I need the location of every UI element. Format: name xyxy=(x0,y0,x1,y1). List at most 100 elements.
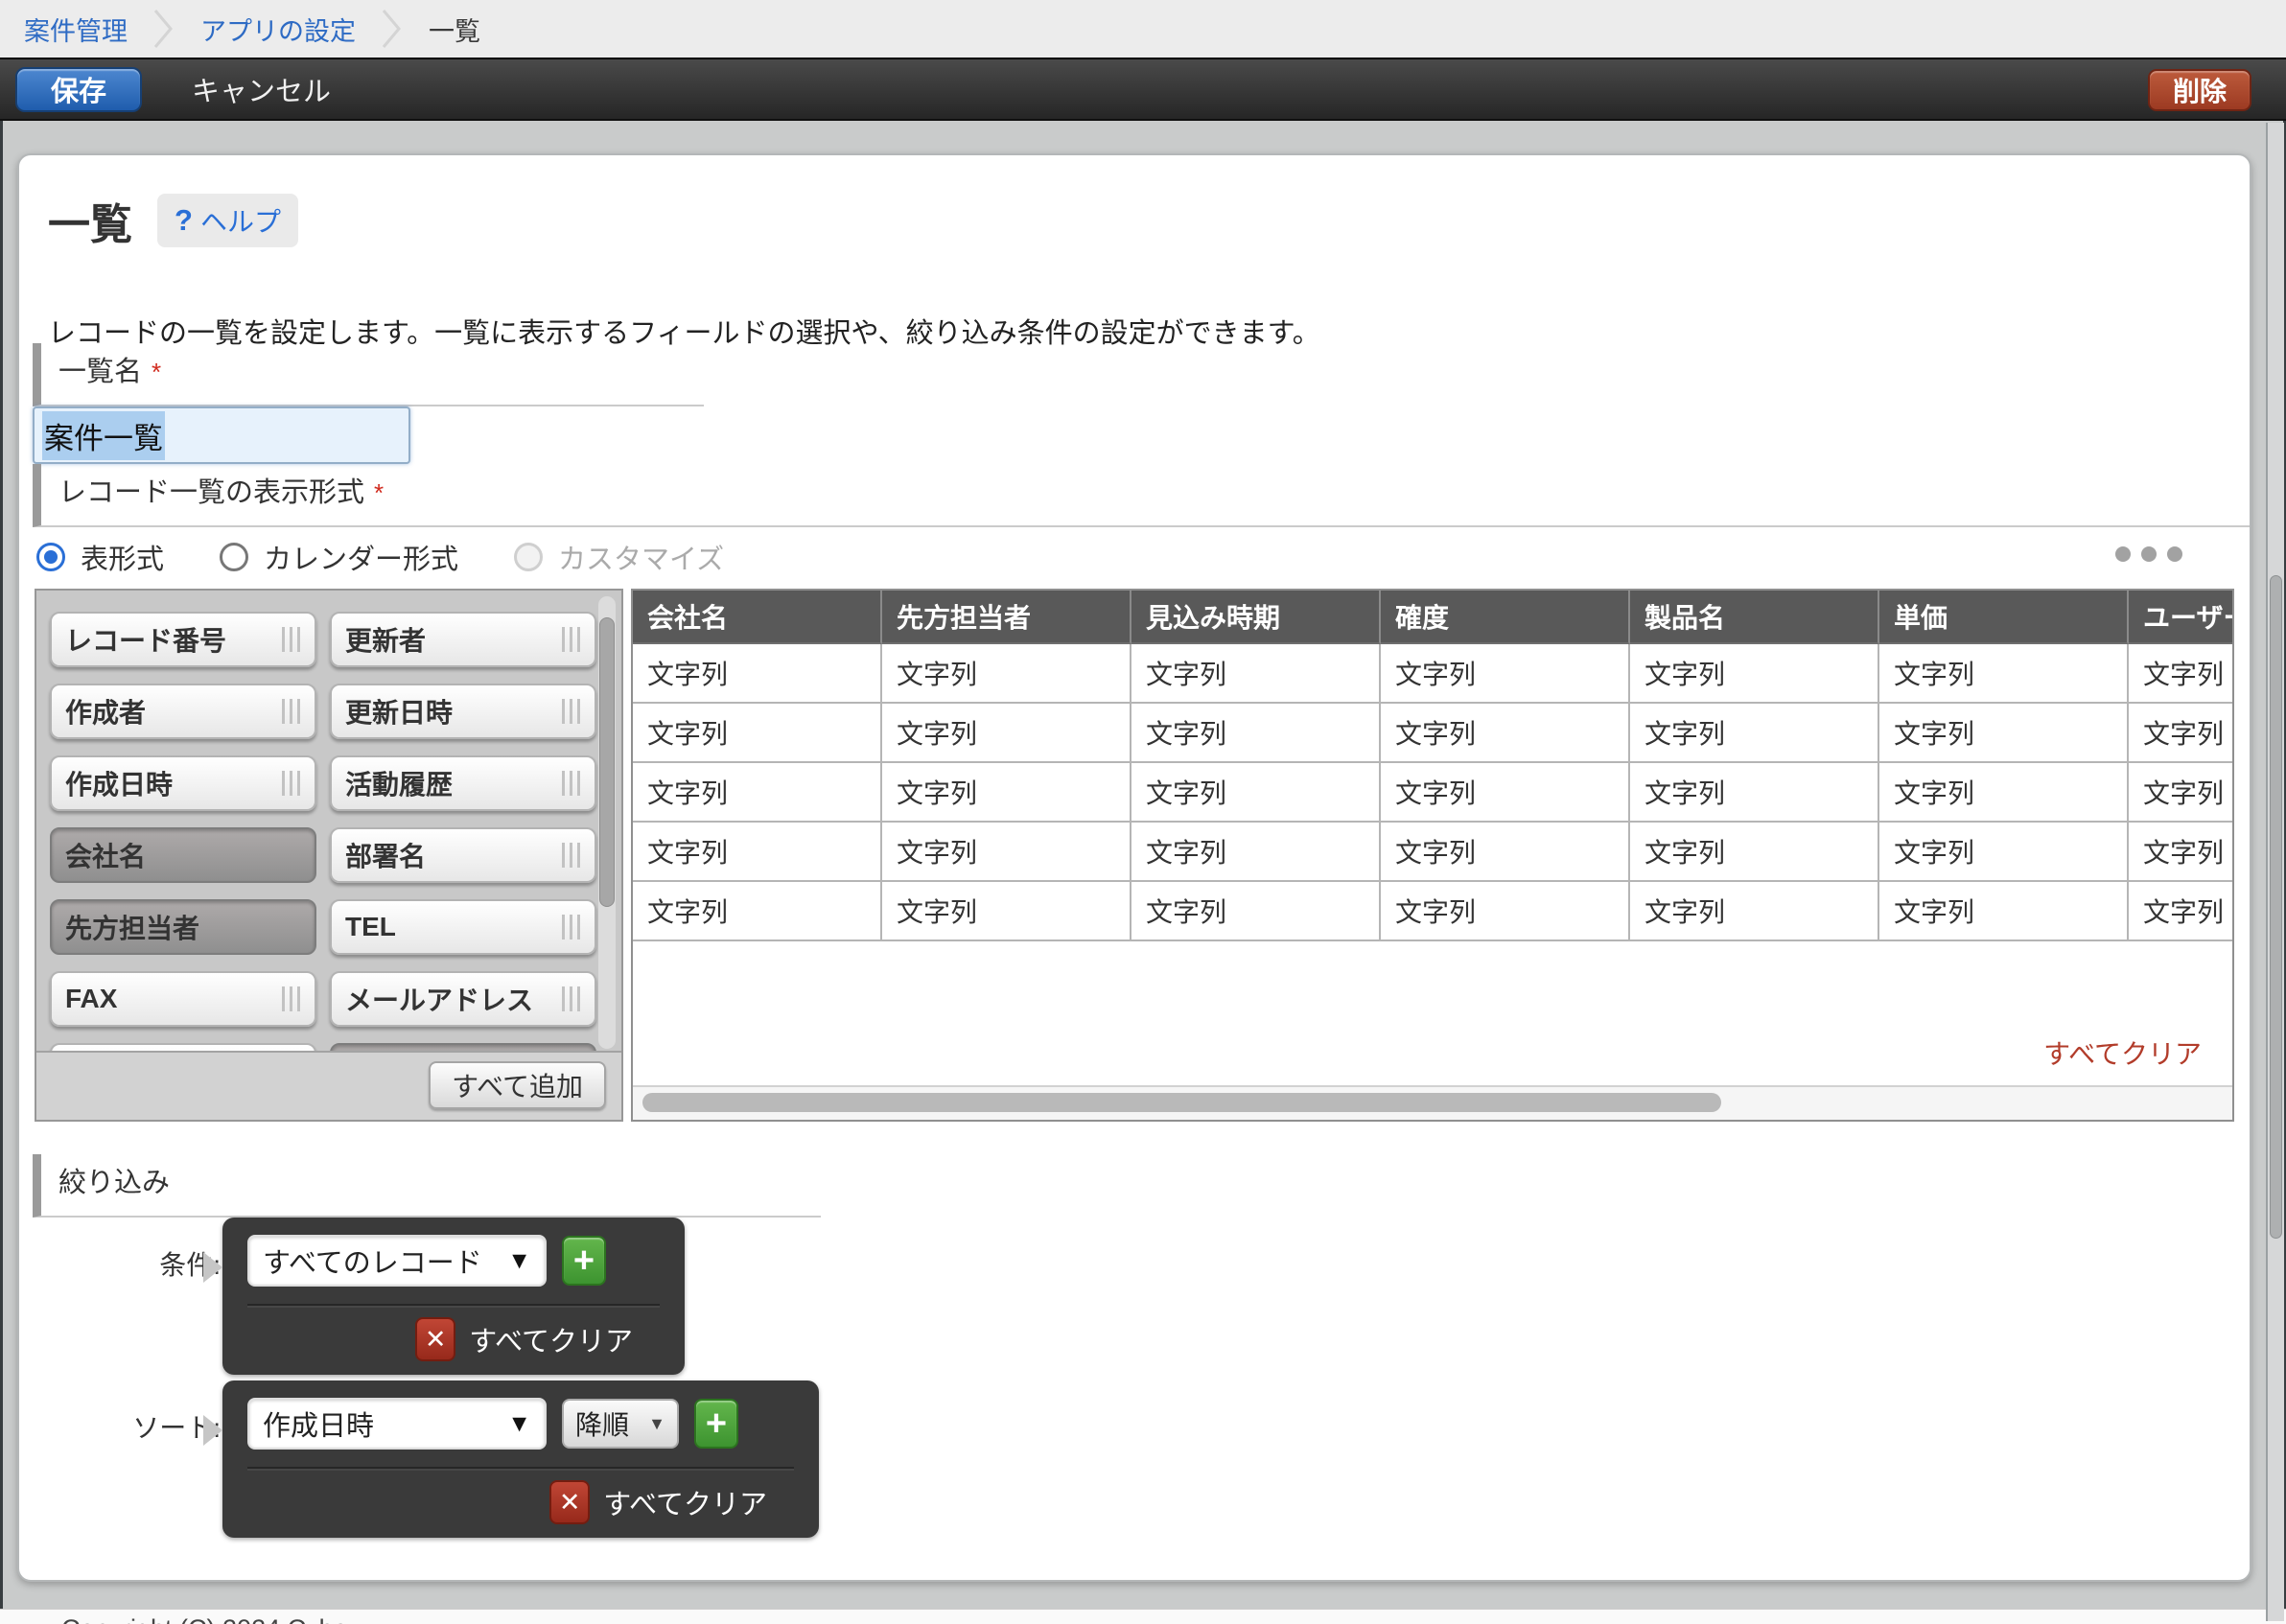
preview-column-header[interactable]: ユーザー数 xyxy=(2129,591,2234,644)
more-menu-icon xyxy=(2167,546,2182,562)
preview-cell: 文字列 xyxy=(1131,704,1381,763)
page-footer: Copyright (C) 2024 Cybozu xyxy=(0,1609,2286,1624)
drag-handle-icon xyxy=(562,699,581,724)
condition-panel: すべてのレコード ▼ + ✕ すべてクリア xyxy=(222,1218,685,1375)
clear-conditions-label[interactable]: すべてクリア xyxy=(469,1319,633,1359)
preview-cell: 文字列 xyxy=(1381,882,1630,941)
breadcrumb-item-1[interactable]: アプリの設定 xyxy=(200,11,356,48)
condition-label: 条件: xyxy=(48,1244,221,1283)
field-item-label: TEL xyxy=(345,912,562,942)
preview-column-header[interactable]: 見込み時期 xyxy=(1131,591,1381,644)
field-item-label: メールアドレス xyxy=(345,980,562,1018)
preview-cell: 文字列 xyxy=(1879,704,2129,763)
drag-handle-icon xyxy=(562,627,581,652)
field-list-scrollbar-thumb[interactable] xyxy=(599,617,615,907)
add-sort-button[interactable]: + xyxy=(694,1399,738,1449)
preview-cell: 文字列 xyxy=(882,704,1131,763)
field-item-label: 部署名 xyxy=(345,836,562,874)
field-column-0: レコード番号作成者作成日時会社名先方担当者FAX案件担当者名確度 xyxy=(50,612,316,1055)
preview-cell: 文字列 xyxy=(633,704,882,763)
field-item[interactable]: FAX xyxy=(50,971,316,1027)
field-item-label: FAX xyxy=(65,984,282,1014)
breadcrumb-item-0[interactable]: 案件管理 xyxy=(24,11,128,48)
field-item[interactable]: 活動履歴 xyxy=(330,755,596,811)
field-item[interactable]: 部署名 xyxy=(330,827,596,883)
radio-table-format[interactable]: 表形式 xyxy=(36,537,164,577)
preview-column-header[interactable]: 会社名 xyxy=(633,591,882,644)
field-item[interactable]: 先方担当者 xyxy=(50,899,316,955)
list-builder: レコード番号作成者作成日時会社名先方担当者FAX案件担当者名確度更新者更新日時活… xyxy=(48,589,2234,1122)
preview-column-header[interactable]: 単価 xyxy=(1879,591,2129,644)
preview-cell: 文字列 xyxy=(882,823,1131,882)
radio-label: 表形式 xyxy=(81,537,164,577)
preview-cell: 文字列 xyxy=(1630,704,1879,763)
save-button[interactable]: 保存 xyxy=(15,67,142,112)
list-name-input[interactable]: 案件一覧 xyxy=(33,406,410,464)
preview-cell: 文字列 xyxy=(1630,823,1879,882)
drag-handle-icon xyxy=(282,771,301,796)
preview-cell: 文字列 xyxy=(1879,823,2129,882)
preview-cell: 文字列 xyxy=(1630,644,1879,704)
condition-select[interactable]: すべてのレコード ▼ xyxy=(247,1235,547,1287)
required-mark: * xyxy=(374,478,384,507)
page-scrollbar-thumb[interactable] xyxy=(2270,575,2282,1239)
list-name-label: 一覧名* xyxy=(33,343,704,406)
more-menu-icon xyxy=(2141,546,2157,562)
field-item[interactable]: メールアドレス xyxy=(330,971,596,1027)
field-picker-panel: レコード番号作成者作成日時会社名先方担当者FAX案件担当者名確度更新者更新日時活… xyxy=(35,589,623,1122)
delete-button[interactable]: 削除 xyxy=(2148,69,2251,111)
sort-order-select[interactable]: 降順 ▼ xyxy=(562,1399,679,1449)
clear-sort-button[interactable]: ✕ xyxy=(549,1480,590,1524)
field-item[interactable]: 更新者 xyxy=(330,612,596,667)
condition-select-value: すべてのレコード xyxy=(263,1241,507,1281)
add-all-button[interactable]: すべて追加 xyxy=(429,1061,606,1109)
more-options-menu[interactable] xyxy=(2115,546,2182,562)
field-item-label: 更新日時 xyxy=(345,692,562,731)
help-label: ヘルプ xyxy=(200,201,281,240)
cancel-button[interactable]: キャンセル xyxy=(192,69,331,109)
preview-cell: 文字列 xyxy=(1131,882,1381,941)
field-item-label: 会社名 xyxy=(65,836,301,874)
sort-field-select[interactable]: 作成日時 ▼ xyxy=(247,1398,547,1450)
field-item[interactable]: 作成者 xyxy=(50,684,316,739)
radio-customize-format: カスタマイズ xyxy=(514,537,724,577)
field-item-label: 先方担当者 xyxy=(65,908,301,946)
chevron-down-icon: ▼ xyxy=(648,1414,665,1434)
drag-handle-icon xyxy=(282,627,301,652)
page-title: 一覧 xyxy=(48,190,132,251)
help-link[interactable]: ? ヘルプ xyxy=(157,194,298,247)
preview-horizontal-scrollbar-thumb[interactable] xyxy=(642,1093,1721,1112)
drag-handle-icon xyxy=(562,843,581,868)
preview-column-header[interactable]: 確度 xyxy=(1381,591,1630,644)
preview-cell: 文字列 xyxy=(1131,644,1381,704)
field-item[interactable]: TEL xyxy=(330,899,596,955)
clear-conditions-button[interactable]: ✕ xyxy=(415,1317,455,1361)
drag-handle-icon xyxy=(562,986,581,1011)
preview-cell: 文字列 xyxy=(633,763,882,823)
panel-tail-icon xyxy=(203,1415,222,1446)
display-format-options: 表形式 カレンダー形式 カスタマイズ xyxy=(36,537,724,577)
sort-field-value: 作成日時 xyxy=(263,1404,507,1444)
clear-sort-label[interactable]: すべてクリア xyxy=(603,1482,767,1522)
preview-cell: 文字列 xyxy=(633,882,882,941)
preview-cell: 文字列 xyxy=(2129,763,2234,823)
preview-column-header[interactable]: 製品名 xyxy=(1630,591,1879,644)
clear-all-columns-link[interactable]: すべてクリア xyxy=(2043,1033,2202,1072)
breadcrumb-separator-icon xyxy=(152,6,175,52)
add-condition-button[interactable]: + xyxy=(562,1236,606,1286)
preview-cell: 文字列 xyxy=(633,823,882,882)
settings-toolbar: 保存 キャンセル 削除 xyxy=(0,58,2286,121)
panel-tail-icon xyxy=(203,1252,222,1283)
preview-table-area: 会社名先方担当者見込み時期確度製品名単価ユーザー数文字列文字列文字列文字列文字列… xyxy=(631,589,2234,1122)
field-item[interactable]: 会社名 xyxy=(50,827,316,883)
field-item[interactable]: レコード番号 xyxy=(50,612,316,667)
field-item[interactable]: 作成日時 xyxy=(50,755,316,811)
sort-row: 作成日時 ▼ 降順 ▼ + xyxy=(247,1398,794,1450)
help-icon: ? xyxy=(175,203,193,238)
preview-cell: 文字列 xyxy=(1131,763,1381,823)
field-item[interactable]: 更新日時 xyxy=(330,684,596,739)
drag-handle-icon xyxy=(282,699,301,724)
preview-column-header[interactable]: 先方担当者 xyxy=(882,591,1131,644)
filter-section-label: 絞り込み xyxy=(33,1154,821,1218)
radio-calendar-format[interactable]: カレンダー形式 xyxy=(220,537,458,577)
